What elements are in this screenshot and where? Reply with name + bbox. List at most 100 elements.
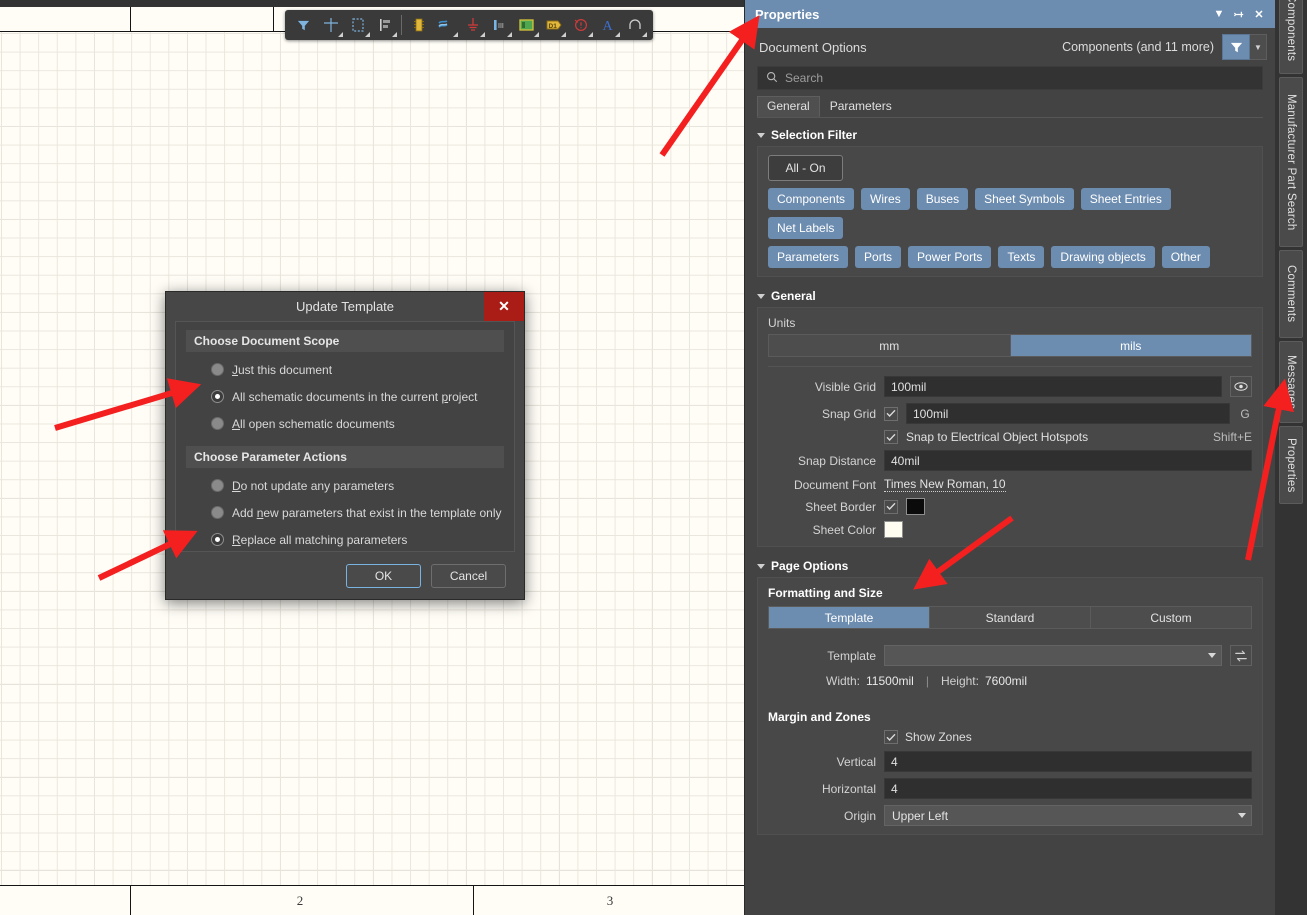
- units-option-mils[interactable]: mils: [1009, 335, 1251, 356]
- filter-icon[interactable]: [1222, 34, 1250, 60]
- dropdown-corner-icon[interactable]: [615, 32, 620, 37]
- properties-panel: Properties ▼ ✕ Document Options Componen…: [744, 0, 1275, 915]
- filter-dropdown-icon[interactable]: ▼: [1250, 34, 1267, 60]
- template-dropdown[interactable]: [884, 645, 1222, 666]
- dropdown-corner-icon[interactable]: [453, 32, 458, 37]
- dropdown-corner-icon[interactable]: [588, 32, 593, 37]
- chip-net-labels[interactable]: Net Labels: [768, 217, 844, 239]
- chip-sheet-entries[interactable]: Sheet Entries: [1080, 188, 1171, 210]
- snap-grid-input[interactable]: 100mil: [906, 403, 1230, 424]
- document-font-value[interactable]: Times New Roman, 10: [884, 477, 1006, 492]
- snap-hotspots-checkbox[interactable]: [884, 430, 898, 444]
- dropdown-corner-icon[interactable]: [642, 32, 647, 37]
- place-sheet-symbol-icon[interactable]: [513, 12, 540, 38]
- radio-indicator[interactable]: [211, 390, 224, 403]
- tab-general[interactable]: General: [757, 96, 820, 117]
- align-icon[interactable]: [371, 12, 398, 38]
- place-arc-icon[interactable]: [621, 12, 648, 38]
- chip-parameters[interactable]: Parameters: [768, 246, 849, 268]
- vertical-input[interactable]: 4: [884, 751, 1252, 772]
- chip-buses[interactable]: Buses: [916, 188, 969, 210]
- place-noerc-icon[interactable]: [567, 12, 594, 38]
- vtab-messages[interactable]: Messages: [1279, 341, 1303, 423]
- crosshair-icon[interactable]: [317, 12, 344, 38]
- refresh-template-icon[interactable]: [1230, 645, 1252, 666]
- dropdown-corner-icon[interactable]: [480, 32, 485, 37]
- all-on-button[interactable]: All - On: [768, 155, 843, 181]
- radio-indicator[interactable]: [211, 363, 224, 376]
- search-bar[interactable]: [757, 66, 1263, 90]
- zone-divider: [130, 886, 131, 915]
- units-option-mm[interactable]: mm: [769, 335, 1010, 356]
- zone-divider: [273, 7, 274, 31]
- format-option-standard[interactable]: Standard: [929, 607, 1090, 628]
- document-options-label: Document Options: [759, 39, 867, 55]
- place-gnd-icon[interactable]: [459, 12, 486, 38]
- chip-power-ports[interactable]: Power Ports: [908, 246, 992, 268]
- sheet-border-color-swatch[interactable]: [906, 498, 925, 515]
- tab-parameters[interactable]: Parameters: [820, 96, 902, 117]
- collapse-triangle-icon[interactable]: [757, 132, 765, 138]
- dropdown-corner-icon[interactable]: [392, 32, 397, 37]
- close-icon[interactable]: ✕: [1249, 4, 1269, 24]
- place-wire-icon[interactable]: [432, 12, 459, 38]
- vtab-manufacturer-part-search[interactable]: Manufacturer Part Search: [1279, 77, 1303, 247]
- place-port-icon[interactable]: D1: [540, 12, 567, 38]
- chip-ports[interactable]: Ports: [855, 246, 902, 268]
- chip-components[interactable]: Components: [768, 188, 855, 210]
- radio-just-this-document[interactable]: Just this document: [186, 356, 504, 383]
- filter-icon[interactable]: [290, 12, 317, 38]
- format-option-template[interactable]: Template: [769, 607, 929, 628]
- update-template-dialog[interactable]: Update Template ✕ Choose Document Scope …: [165, 291, 525, 600]
- visible-grid-input[interactable]: 100mil: [884, 376, 1222, 397]
- vtab-components[interactable]: Components: [1279, 0, 1303, 74]
- chip-drawing-objects[interactable]: Drawing objects: [1051, 246, 1155, 268]
- chip-texts[interactable]: Texts: [998, 246, 1045, 268]
- dropdown-corner-icon[interactable]: [561, 32, 566, 37]
- chevron-down-icon[interactable]: ▼: [1209, 4, 1229, 24]
- radio-replace-all-matching[interactable]: Replace all matching parameters: [186, 526, 504, 553]
- chip-wires[interactable]: Wires: [861, 188, 910, 210]
- vtab-properties[interactable]: Properties: [1279, 426, 1303, 504]
- close-icon[interactable]: ✕: [484, 292, 524, 321]
- selection-filter-section-header[interactable]: Selection Filter: [745, 124, 1275, 146]
- dropdown-corner-icon[interactable]: [338, 32, 343, 37]
- place-part-icon[interactable]: [405, 12, 432, 38]
- collapse-triangle-icon[interactable]: [757, 293, 765, 299]
- radio-all-schematic-in-project[interactable]: All schematic documents in the current p…: [186, 383, 504, 410]
- divider: [768, 366, 1252, 367]
- radio-indicator[interactable]: [211, 417, 224, 430]
- snap-grid-checkbox[interactable]: [884, 406, 898, 421]
- radio-do-not-update-parameters[interactable]: Do not update any parameters: [186, 472, 504, 499]
- dropdown-corner-icon[interactable]: [365, 32, 370, 37]
- cancel-button[interactable]: Cancel: [431, 563, 506, 588]
- chip-sheet-symbols[interactable]: Sheet Symbols: [975, 188, 1074, 210]
- radio-all-open-schematic[interactable]: All open schematic documents: [186, 410, 504, 437]
- search-input[interactable]: [785, 71, 1262, 85]
- place-text-icon[interactable]: A: [594, 12, 621, 38]
- page-options-section-header[interactable]: Page Options: [745, 555, 1275, 577]
- sheet-color-swatch[interactable]: [884, 521, 903, 538]
- selection-rect-icon[interactable]: [344, 12, 371, 38]
- radio-indicator[interactable]: [211, 506, 224, 519]
- snap-distance-input[interactable]: 40mil: [884, 450, 1252, 471]
- eye-icon[interactable]: [1230, 376, 1252, 397]
- radio-indicator[interactable]: [211, 479, 224, 492]
- origin-dropdown[interactable]: Upper Left: [884, 805, 1252, 826]
- dropdown-corner-icon[interactable]: [507, 32, 512, 37]
- collapse-triangle-icon[interactable]: [757, 563, 765, 569]
- radio-add-new-parameters[interactable]: Add new parameters that exist in the tem…: [186, 499, 504, 526]
- general-section-header[interactable]: General: [745, 285, 1275, 307]
- ok-button[interactable]: OK: [346, 563, 421, 588]
- vtab-comments[interactable]: Comments: [1279, 250, 1303, 338]
- show-zones-checkbox[interactable]: [884, 730, 898, 744]
- chip-other[interactable]: Other: [1161, 246, 1210, 268]
- radio-indicator[interactable]: [211, 533, 224, 546]
- format-option-custom[interactable]: Custom: [1090, 607, 1251, 628]
- horizontal-input[interactable]: 4: [884, 778, 1252, 799]
- sheet-border-checkbox[interactable]: [884, 499, 898, 514]
- dropdown-corner-icon[interactable]: [534, 32, 539, 37]
- pin-icon[interactable]: [1229, 4, 1249, 24]
- place-net-label-icon[interactable]: III: [486, 12, 513, 38]
- active-bar-toolbar[interactable]: III D1 A: [285, 10, 653, 40]
